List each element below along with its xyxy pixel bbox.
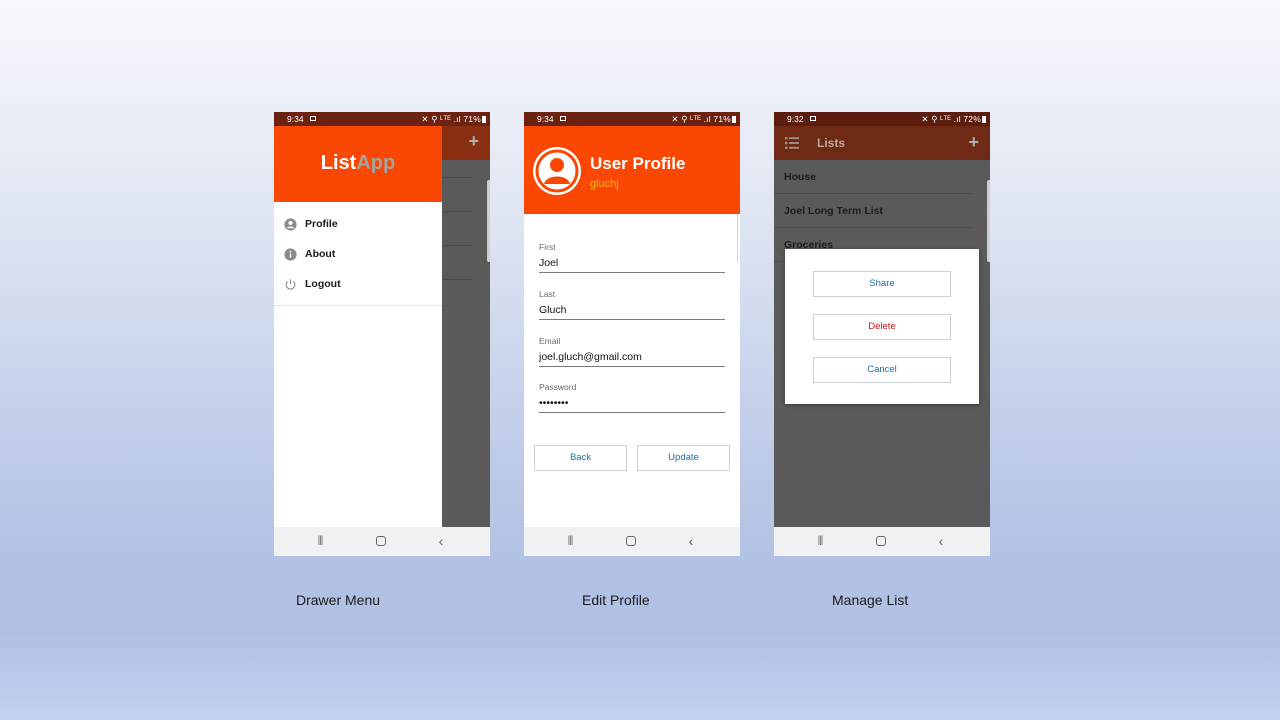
system-nav-bar: ||| ‹	[774, 527, 990, 556]
divider	[442, 245, 472, 246]
status-bar: 9:34 ✕ ⚲ ᴸᵀᴱ .ıl 71%	[274, 112, 490, 126]
field-value[interactable]: ••••••••	[539, 397, 568, 409]
dimmed-app-bar: +	[442, 126, 490, 160]
manage-list-dialog: Share Delete Cancel	[785, 249, 979, 404]
status-bar: 9:32 ✕ ⚲ ᴸᵀᴱ .ıl 72%	[774, 112, 990, 126]
battery-icon	[732, 116, 736, 123]
caption-manage-list: Manage List	[832, 592, 909, 608]
status-icons: ✕ ⚲ ᴸᵀᴱ .ıl 71%	[421, 112, 486, 126]
list-menu-icon[interactable]	[785, 137, 799, 149]
delete-button[interactable]: Delete	[813, 314, 951, 340]
recents-icon[interactable]: |||	[562, 533, 578, 549]
navigation-drawer: ListApp Profile About Logout	[274, 126, 442, 527]
edge-scroll-handle[interactable]	[987, 180, 990, 262]
phone-edit-profile: 9:34 ✕ ⚲ ᴸᵀᴱ .ıl 71% User Profile gluchj…	[524, 112, 740, 556]
page-title: Lists	[817, 136, 846, 150]
account-circle-icon	[284, 218, 297, 231]
phone-drawer-menu: 9:34 ✕ ⚲ ᴸᵀᴱ .ıl 71% + ListApp Profile A…	[274, 112, 490, 556]
status-time: 9:34	[537, 114, 554, 124]
first-name-field[interactable]: First Joel	[539, 242, 725, 282]
divider	[442, 211, 472, 212]
divider	[442, 177, 472, 178]
plus-icon: +	[468, 131, 479, 151]
status-bar: 9:34 ✕ ⚲ ᴸᵀᴱ .ıl 71%	[524, 112, 740, 126]
avatar	[533, 147, 581, 195]
field-underline	[539, 319, 725, 320]
list-item-label: House	[784, 171, 817, 183]
list-item[interactable]: Joel Long Term List	[774, 194, 972, 228]
back-icon[interactable]: ‹	[683, 533, 699, 549]
list-item[interactable]: House	[774, 160, 972, 194]
last-name-field[interactable]: Last Gluch	[539, 289, 725, 329]
battery-icon	[982, 116, 986, 123]
plus-icon[interactable]: +	[968, 133, 979, 151]
field-underline	[539, 412, 725, 413]
field-label: Email	[539, 336, 561, 346]
image-notification-icon	[560, 116, 566, 121]
scrollbar[interactable]	[737, 214, 738, 262]
user-avatar-icon	[535, 149, 579, 193]
status-icons: ✕ ⚲ ᴸᵀᴱ .ıl 72%	[921, 112, 986, 126]
home-icon[interactable]	[376, 536, 386, 546]
status-time: 9:32	[787, 114, 804, 124]
menu-item-about[interactable]: About	[274, 240, 442, 270]
field-label: Last	[539, 289, 556, 299]
password-field[interactable]: Password ••••••••	[539, 382, 725, 422]
cancel-button[interactable]: Cancel	[813, 357, 951, 383]
profile-header: User Profile gluchj	[524, 126, 740, 214]
menu-item-label: Logout	[305, 278, 341, 290]
app-title: ListApp	[274, 152, 442, 175]
field-value[interactable]: Gluch	[539, 304, 566, 316]
caption-edit-profile: Edit Profile	[582, 592, 650, 608]
field-value[interactable]: Joel	[539, 257, 558, 269]
app-title-app: App	[356, 152, 396, 174]
field-label: First	[539, 242, 556, 252]
list-item-label: Joel Long Term List	[784, 205, 883, 217]
drawer-scrim[interactable]	[442, 160, 490, 527]
info-icon	[284, 248, 297, 261]
image-notification-icon	[810, 116, 816, 121]
field-label: Password	[539, 382, 577, 392]
back-icon[interactable]: ‹	[933, 533, 949, 549]
edge-scroll-handle[interactable]	[487, 180, 490, 262]
email-field[interactable]: Email joel.gluch@gmail.com	[539, 336, 725, 376]
update-button[interactable]: Update	[637, 445, 730, 471]
app-title-list: List	[320, 152, 357, 174]
field-underline	[539, 366, 725, 367]
status-indicators: ✕ ⚲ ᴸᵀᴱ .ıl 71%	[671, 114, 731, 124]
image-notification-icon	[310, 116, 316, 121]
back-icon[interactable]: ‹	[433, 533, 449, 549]
status-indicators: ✕ ⚲ ᴸᵀᴱ .ıl 72%	[921, 114, 981, 124]
phone-manage-list: 9:32 ✕ ⚲ ᴸᵀᴱ .ıl 72% Lists + House Joel …	[774, 112, 990, 556]
recents-icon[interactable]: |||	[312, 533, 328, 549]
menu-item-logout[interactable]: Logout	[274, 270, 442, 300]
page-title: User Profile	[590, 154, 686, 173]
share-button[interactable]: Share	[813, 271, 951, 297]
caption-drawer-menu: Drawer Menu	[296, 592, 381, 608]
home-icon[interactable]	[876, 536, 886, 546]
divider	[442, 279, 472, 280]
battery-icon	[482, 116, 486, 123]
app-bar: Lists +	[774, 126, 990, 160]
username: gluchj	[590, 178, 619, 190]
back-button[interactable]: Back	[534, 445, 627, 471]
status-icons: ✕ ⚲ ᴸᵀᴱ .ıl 71%	[671, 112, 736, 126]
home-icon[interactable]	[626, 536, 636, 546]
system-nav-bar: ||| ‹	[274, 527, 490, 556]
menu-item-label: Profile	[305, 218, 338, 230]
recents-icon[interactable]: |||	[812, 533, 828, 549]
field-underline	[539, 272, 725, 273]
menu-item-profile[interactable]: Profile	[274, 210, 442, 240]
field-value[interactable]: joel.gluch@gmail.com	[539, 351, 642, 363]
status-time: 9:34	[287, 114, 304, 124]
system-nav-bar: ||| ‹	[524, 527, 740, 556]
menu-item-label: About	[305, 248, 336, 260]
drawer-header: ListApp	[274, 126, 442, 202]
divider	[274, 305, 442, 306]
status-indicators: ✕ ⚲ ᴸᵀᴱ .ıl 71%	[421, 114, 481, 124]
power-icon	[285, 279, 296, 290]
